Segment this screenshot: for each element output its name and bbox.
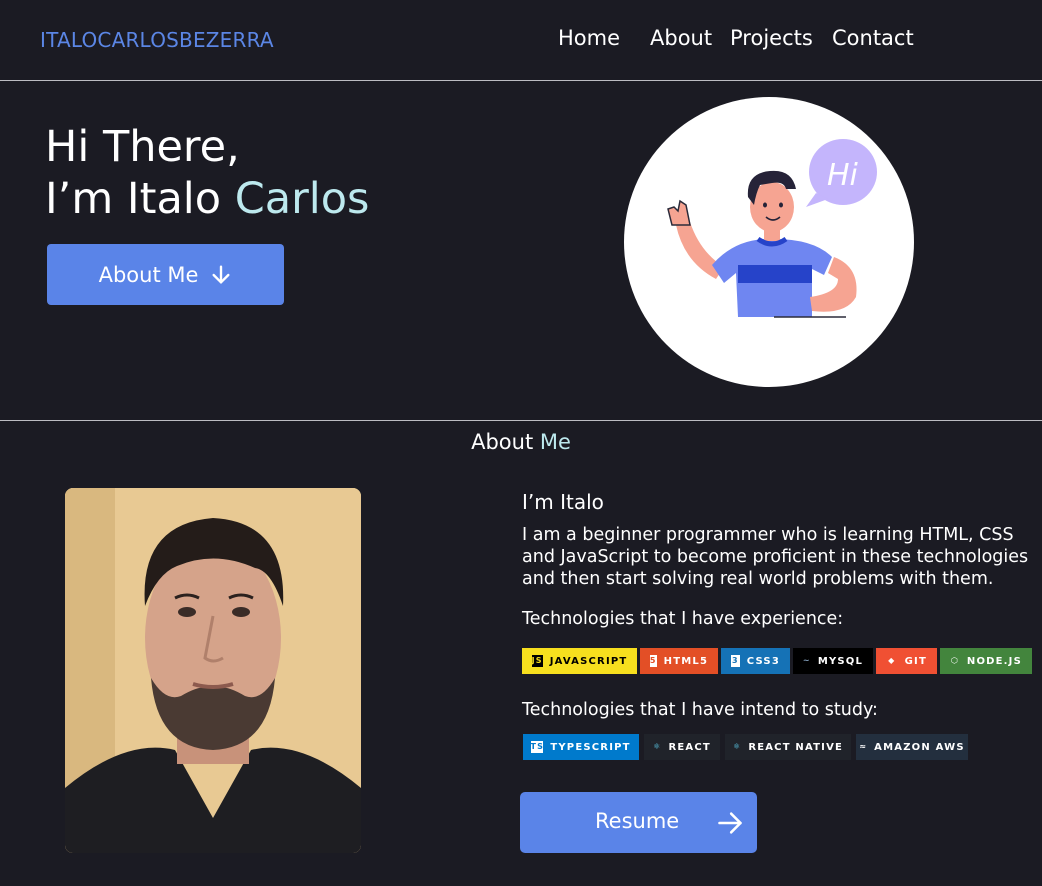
css3-icon: 3 [731,655,740,667]
tech-badge-amazon-aws: ≈ AMAZON AWS [856,734,968,760]
tech-badge-label: NODE.JS [966,655,1022,667]
tech-badge-label: AMAZON AWS [874,741,965,753]
mysql-icon: ~ [802,655,811,667]
tech-badge-label: GIT [904,655,927,667]
about-me-button-label: About Me [98,262,199,287]
study-heading: Technologies that I have intend to study… [522,700,878,720]
profile-photo-image [65,488,361,853]
javascript-icon: JS [531,655,543,667]
tech-badge-html5: 5 HTML5 [640,648,718,674]
tech-badge-label: HTML5 [663,655,709,667]
waving-person-illustration: Hi [667,139,877,318]
nav-link-about[interactable]: About [650,26,712,50]
site-logo[interactable]: ITALOCARLOSBEZERRA [40,28,274,52]
node-js-icon: ⬡ [950,655,960,667]
tech-badge-react-native: ⚛ REACT NATIVE [725,734,851,760]
nav-link-contact[interactable]: Contact [832,26,914,50]
study-badges: TS TYPESCRIPT ⚛ REACT ⚛ REACT NATIVE ≈ AMAZON A… [523,734,968,760]
about-title-prefix: About [471,430,540,454]
react-native-icon: ⚛ [732,741,742,753]
hero-greeting: Hi There, [45,122,240,172]
html5-icon: 5 [649,655,657,667]
experience-badges: JS JAVASCRIPT 5 HTML5 3 CSS3 ~ MYSQL ◆ GIT ⬡ NODE.J… [522,648,1032,674]
tech-badge-mysql: ~ MYSQL [793,648,873,674]
git-icon: ◆ [886,655,898,667]
tech-badge-label: MYSQL [817,655,864,667]
profile-photo [65,488,361,853]
about-section-title: About Me [0,430,1042,454]
about-me-button[interactable]: About Me [47,244,284,305]
resume-button[interactable]: Resume [520,792,757,853]
resume-button-label: Resume [595,809,680,833]
about-title-highlight: Me [539,430,571,454]
tech-badge-label: REACT [668,741,711,753]
tech-badge-label: REACT NATIVE [748,741,844,753]
tech-badge-git: ◆ GIT [876,648,937,674]
hero-title: Hi There, I’m Italo Carlos [45,121,369,225]
amazon-aws-icon: ≈ [859,741,868,753]
tech-badge-node-js: ⬡ NODE.JS [940,648,1032,674]
nav-link-projects[interactable]: Projects [730,26,813,50]
nav-link-home[interactable]: Home [558,26,620,50]
hero-illustration: Hi [624,97,914,387]
site-header: ITALOCARLOSBEZERRA Home About Projects C… [0,0,1042,81]
hero-intro: I’m Italo [45,174,235,224]
tech-badge-typescript: TS TYPESCRIPT [523,734,639,760]
arrow-down-icon [212,265,230,284]
typescript-icon: TS [530,741,545,753]
arrow-right-icon [718,812,742,834]
tech-badge-label: TYPESCRIPT [550,741,631,753]
hero-section: Hi There, I’m Italo Carlos About Me Hi [0,81,1042,421]
speech-bubble-icon: Hi [806,139,877,207]
experience-heading: Technologies that I have experience: [522,609,844,629]
tech-badge-react: ⚛ REACT [644,734,720,760]
about-name-heading: I’m Italo [522,490,604,514]
speech-bubble-text: Hi [827,158,859,193]
tech-badge-javascript: JS JAVASCRIPT [522,648,637,674]
about-description: I am a beginner programmer who is learni… [522,525,1029,589]
tech-badge-label: CSS3 [746,655,780,667]
hero-intro-highlight: Carlos [234,174,370,224]
react-icon: ⚛ [653,741,662,753]
tech-badge-css3: 3 CSS3 [721,648,790,674]
tech-badge-label: JAVASCRIPT [549,655,628,667]
